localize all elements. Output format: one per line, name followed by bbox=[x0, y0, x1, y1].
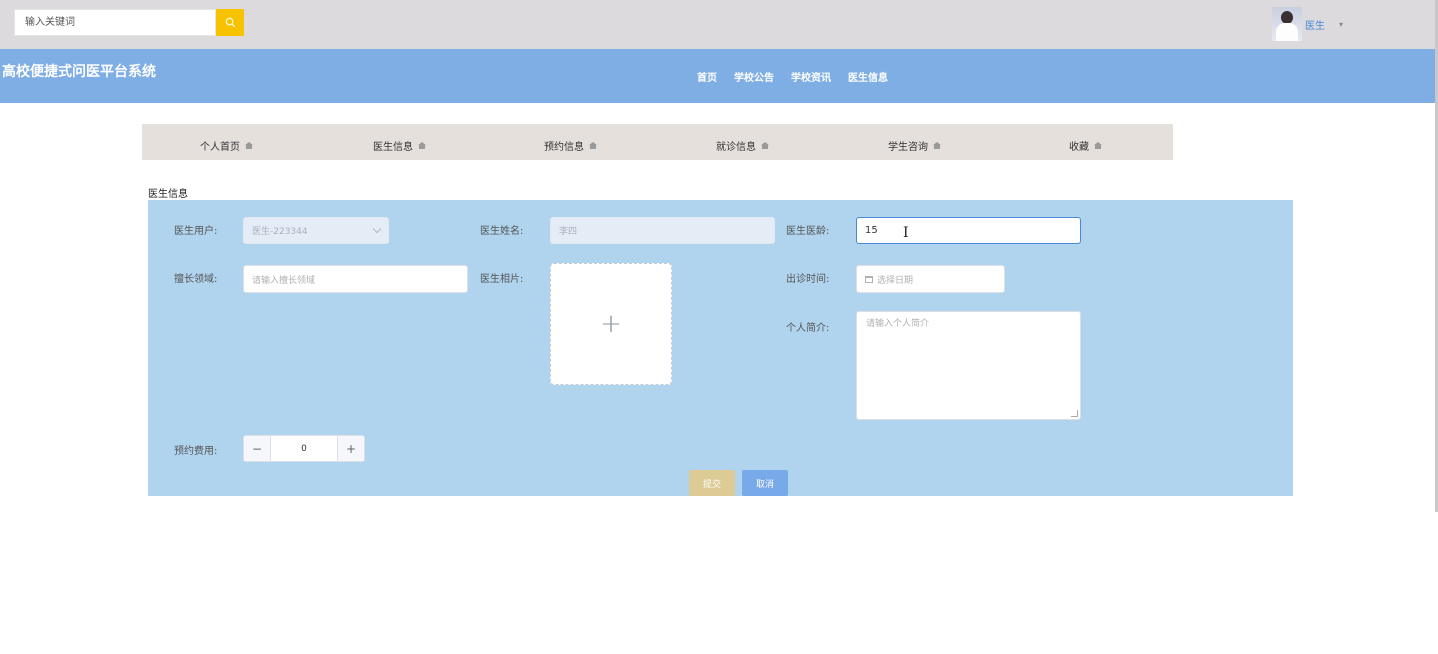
nav-link-school-notice[interactable]: 学校公告 bbox=[734, 69, 774, 84]
user-menu[interactable]: 医生 ▾ bbox=[1272, 7, 1343, 41]
top-bar: 医生 ▾ bbox=[0, 0, 1438, 49]
chevron-down-icon[interactable]: ▾ bbox=[1339, 20, 1343, 29]
intro-placeholder: 请输入个人简介 bbox=[866, 319, 930, 329]
user-name[interactable]: 医生 bbox=[1305, 17, 1325, 32]
submit-button[interactable]: 提交 bbox=[689, 470, 735, 496]
center-tab-bar: 个人首页 医生信息 预约信息 就诊信息 学生咨询 收藏 bbox=[142, 124, 1173, 160]
tab-visit-info[interactable]: 就诊信息 bbox=[716, 138, 769, 153]
chevron-down-icon bbox=[372, 224, 382, 234]
site-title: 高校便捷式问医平台系统 bbox=[2, 64, 156, 80]
home-icon bbox=[1094, 142, 1102, 149]
text-cursor-icon: I bbox=[903, 225, 909, 241]
doctor-info-form: 医生用户: 医生-223344 医生姓名: 李四 医生医龄: 15 I 擅长领域… bbox=[148, 200, 1293, 496]
home-icon bbox=[933, 142, 941, 149]
clinic-time-placeholder: 选择日期 bbox=[877, 275, 914, 286]
nav-links: 首页 学校公告 学校资讯 医生信息 bbox=[697, 69, 888, 84]
doctor-age-value: 15 bbox=[865, 225, 878, 236]
avatar[interactable] bbox=[1272, 7, 1302, 41]
home-icon bbox=[245, 142, 253, 149]
tab-label: 个人首页 bbox=[200, 142, 240, 153]
specialty-placeholder: 请输入擅长领域 bbox=[252, 275, 316, 286]
specialty-input[interactable]: 请输入擅长领域 bbox=[243, 265, 468, 293]
tab-appointment-info[interactable]: 预约信息 bbox=[544, 138, 597, 153]
photo-label: 医生相片: bbox=[480, 274, 524, 285]
search-icon bbox=[225, 17, 235, 28]
intro-label: 个人简介: bbox=[786, 323, 830, 334]
fee-value[interactable]: 0 bbox=[271, 436, 337, 461]
doctor-name-field: 李四 bbox=[550, 217, 775, 244]
main-navbar: 高校便捷式问医平台系统 首页 学校公告 学校资讯 医生信息 bbox=[0, 49, 1438, 103]
doctor-age-input[interactable]: 15 I bbox=[856, 217, 1081, 244]
tab-label: 学生咨询 bbox=[888, 142, 928, 153]
tab-label: 医生信息 bbox=[373, 142, 413, 153]
specialty-label: 擅长领域: bbox=[174, 274, 218, 285]
tab-doctor-info[interactable]: 医生信息 bbox=[373, 138, 426, 153]
fee-stepper[interactable]: − 0 + bbox=[243, 435, 365, 462]
increment-button[interactable]: + bbox=[337, 436, 364, 461]
home-icon bbox=[589, 142, 597, 149]
plus-icon: + bbox=[600, 309, 622, 339]
search-input[interactable] bbox=[15, 10, 215, 35]
home-icon bbox=[418, 142, 426, 149]
calendar-icon bbox=[865, 275, 873, 283]
clinic-time-datepicker[interactable]: 选择日期 bbox=[856, 265, 1005, 293]
tab-label: 就诊信息 bbox=[716, 142, 756, 153]
doctor-name-label: 医生姓名: bbox=[480, 226, 524, 237]
photo-upload[interactable]: + bbox=[550, 263, 672, 385]
tab-personal-home[interactable]: 个人首页 bbox=[200, 138, 253, 153]
section-title: 医生信息 bbox=[148, 189, 188, 200]
tab-favorites[interactable]: 收藏 bbox=[1069, 138, 1102, 153]
doctor-user-label: 医生用户: bbox=[174, 226, 218, 237]
tab-label: 收藏 bbox=[1069, 142, 1089, 153]
decrement-button[interactable]: − bbox=[244, 436, 271, 461]
clinic-time-label: 出诊时间: bbox=[786, 274, 830, 285]
nav-link-home[interactable]: 首页 bbox=[697, 69, 717, 84]
nav-link-school-news[interactable]: 学校资讯 bbox=[791, 69, 831, 84]
fee-label: 预约费用: bbox=[174, 446, 218, 457]
intro-textarea[interactable]: 请输入个人简介 bbox=[856, 311, 1081, 420]
nav-link-doctor-info[interactable]: 医生信息 bbox=[848, 69, 888, 84]
search-box[interactable] bbox=[14, 9, 216, 36]
doctor-user-select: 医生-223344 bbox=[243, 217, 389, 244]
doctor-name-value: 李四 bbox=[559, 227, 578, 237]
doctor-user-value: 医生-223344 bbox=[252, 227, 308, 237]
doctor-age-label: 医生医龄: bbox=[786, 226, 830, 237]
tab-label: 预约信息 bbox=[544, 142, 584, 153]
home-icon bbox=[761, 142, 769, 149]
cancel-button[interactable]: 取消 bbox=[742, 470, 788, 496]
tab-student-consult[interactable]: 学生咨询 bbox=[888, 138, 941, 153]
resize-handle[interactable] bbox=[1071, 410, 1078, 417]
search-button[interactable] bbox=[216, 9, 244, 36]
